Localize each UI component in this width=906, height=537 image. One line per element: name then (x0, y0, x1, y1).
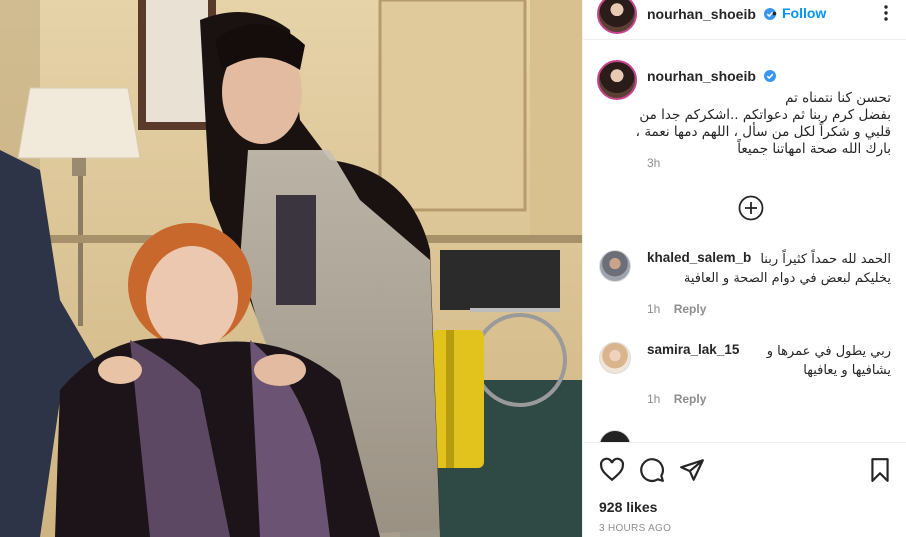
comment-text: ربي يطول في عمرها و يشافيها و يعافيها (766, 344, 891, 378)
follow-button[interactable]: Follow (782, 5, 826, 21)
comment-text: الحمد لله حمداً كثيراً ربنا يخليكم لبعض … (683, 252, 891, 286)
likes-count[interactable]: 928 likes (599, 499, 657, 515)
post-timestamp[interactable]: 3 HOURS AGO (599, 523, 671, 534)
comment-meta: 1h Reply (647, 302, 706, 316)
heart-icon[interactable] (599, 457, 625, 483)
post-actions: 928 likes 3 HOURS AGO (583, 442, 906, 537)
more-options-icon[interactable] (875, 2, 897, 24)
partially-hidden-comment (583, 430, 906, 442)
verified-badge-icon (763, 70, 776, 82)
commenter-avatar[interactable] (599, 430, 631, 442)
caption-username[interactable]: nourhan_shoeib (647, 68, 776, 84)
comment-meta: 1h Reply (647, 392, 706, 406)
caption-time[interactable]: 3h (647, 156, 660, 170)
comment-icon[interactable] (639, 457, 665, 483)
commenter-avatar[interactable] (599, 250, 631, 282)
author-username[interactable]: nourhan_shoeib (647, 6, 776, 22)
comment-time[interactable]: 1h (647, 302, 660, 316)
load-more-comments-icon[interactable] (738, 195, 764, 221)
author-avatar[interactable] (597, 0, 637, 34)
photo-illustration (0, 0, 582, 537)
post-side-panel: nourhan_shoeib • Follow nourhan_shoeib ت… (582, 0, 906, 537)
post-header: nourhan_shoeib • Follow (583, 0, 906, 40)
commenter-avatar[interactable] (599, 342, 631, 374)
separator-dot: • (772, 5, 777, 21)
reply-button[interactable]: Reply (674, 392, 707, 406)
bookmark-icon[interactable] (867, 457, 893, 483)
author-username-text[interactable]: nourhan_shoeib (647, 6, 756, 22)
caption-text: تحسن كنا نتمناه تم بفضل كرم ربنا ثم دعوا… (635, 90, 891, 157)
share-icon[interactable] (679, 457, 705, 483)
post-photo[interactable] (0, 0, 582, 537)
reply-button[interactable]: Reply (674, 302, 707, 316)
comment-time[interactable]: 1h (647, 392, 660, 406)
caption-username-text[interactable]: nourhan_shoeib (647, 68, 756, 84)
